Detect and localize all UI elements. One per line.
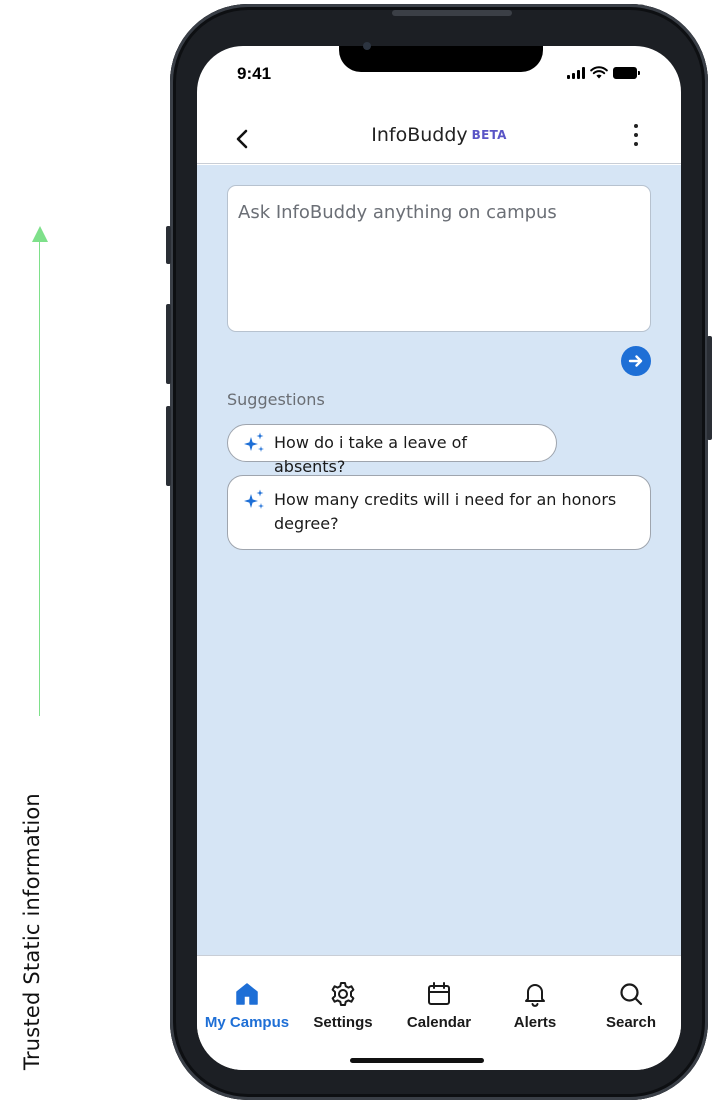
home-icon [236,983,258,1005]
main-content: Ask InfoBuddy anything on campus Suggest… [197,165,681,955]
mute-switch [166,226,171,264]
suggestion-chip[interactable]: How do i take a leave of absents? [227,424,557,476]
arrow-right-icon [628,355,643,367]
search-icon [620,983,643,1006]
nav-label: Search [605,1014,657,1031]
home-indicator[interactable] [350,1058,484,1063]
wifi-icon [590,66,608,79]
header-title-group: InfoBuddy BETA [197,124,681,146]
sparkle-icon [244,432,264,452]
page-title: InfoBuddy [371,124,468,146]
app-header: InfoBuddy BETA [197,108,681,164]
volume-up-button [166,304,171,384]
phone-screen: 9:41 InfoBuddy BETA Ask InfoBuddy anythin… [197,46,681,1070]
status-icons [567,66,640,79]
status-time: 9:41 [237,64,272,83]
nav-item-search[interactable]: Search [583,980,679,1031]
calendar-icon [428,982,450,1005]
kebab-menu-icon[interactable] [633,124,639,146]
volume-down-button [166,406,171,486]
suggestion-text: How do i take a leave of absents? [274,433,468,476]
suggestion-text: How many credits will i need for an hono… [274,490,617,533]
suggestion-chip[interactable]: How many credits will i need for an hono… [227,475,651,550]
bell-icon [525,984,545,1007]
nav-label: My Campus [204,1014,290,1031]
nav-item-calendar[interactable]: Calendar [391,980,487,1031]
phone-notch [339,46,543,72]
ask-input-placeholder: Ask InfoBuddy anything on campus [238,202,557,223]
beta-badge: BETA [471,128,507,142]
gear-icon [331,982,355,1006]
battery-icon [613,67,640,79]
nav-label: Alerts [513,1014,557,1031]
nav-item-my-campus[interactable]: My Campus [199,980,295,1031]
nav-item-settings[interactable]: Settings [295,980,391,1031]
power-button [707,336,712,440]
earpiece-speaker [392,10,512,16]
side-annotation-label: Trusted Static information [20,793,44,1070]
nav-item-alerts[interactable]: Alerts [487,980,583,1031]
nav-label: Calendar [406,1014,472,1031]
arrow-up-icon [32,226,48,242]
nav-label: Settings [313,1014,373,1031]
bottom-nav: My Campus Settings Calendar Alerts Searc… [197,955,681,1070]
sparkle-icon [244,489,264,509]
ask-input[interactable]: Ask InfoBuddy anything on campus [227,185,651,332]
signal-icon [567,67,585,79]
annotation-arrow-line [39,240,40,716]
suggestions-heading: Suggestions [227,390,325,409]
send-button[interactable] [621,346,651,376]
front-camera [363,42,371,50]
